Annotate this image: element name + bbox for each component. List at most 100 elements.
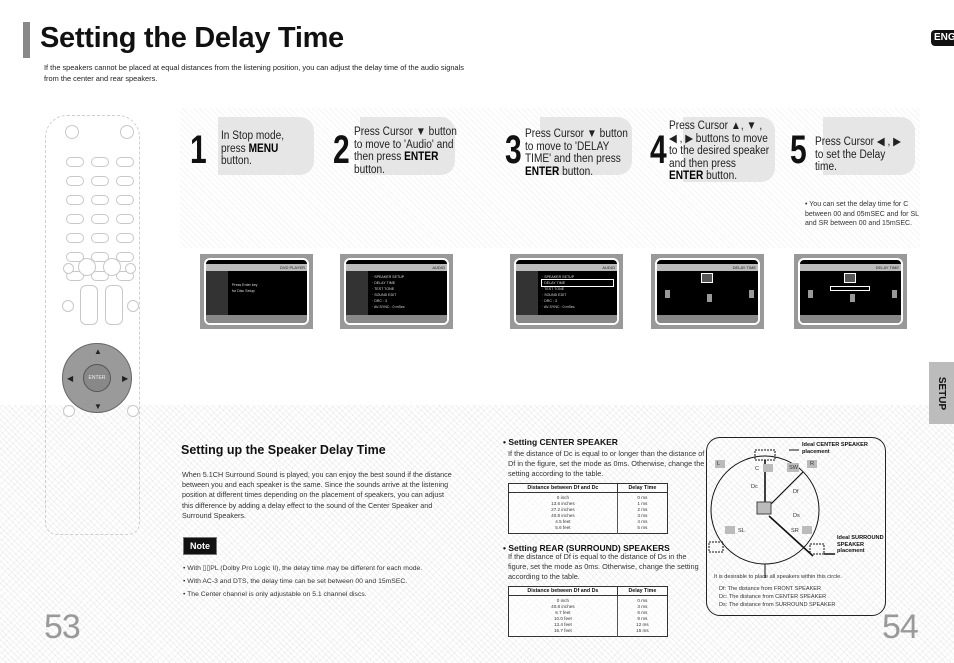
ideal-center-label: Ideal CENTER SPEAKER placement (802, 442, 868, 455)
table-header-row: Distance between Df and Ds Delay Time (508, 586, 668, 596)
page-number-left: 53 (44, 608, 81, 646)
label-df: Df (793, 489, 799, 495)
legend-dc: Dc: The distance from CENTER SPEAKER (719, 594, 827, 600)
speaker-sr (802, 526, 812, 534)
table-row: 0 inch 0 ms (508, 595, 668, 604)
screen-header: DVD PLAYER (206, 264, 307, 271)
step-1-text: In Stop mode, press MENU button. (221, 130, 285, 167)
screen-footer (206, 315, 307, 323)
table-row: 5.6 feet 5 ms (508, 525, 668, 534)
screen-display: AUDIO · SPEAKER SETUP · DELAY TIME · TEST T… (514, 258, 619, 325)
speaker-sl (725, 526, 735, 534)
remote-volume-rocker (80, 285, 98, 325)
ideal-center-box (754, 449, 776, 461)
speaker-icon (850, 294, 855, 302)
table-cell: 0 inch (508, 595, 618, 604)
center-delay-table: Distance between Df and Dc Delay Time 0 in… (508, 483, 668, 534)
label-r: R (810, 461, 815, 467)
table-cell: 15 ms (636, 628, 649, 633)
page-title: Setting the Delay Time (40, 22, 344, 54)
speaker-icon (665, 290, 670, 298)
remote-dvd-button (65, 125, 79, 139)
center-speaker-title: • Setting CENTER SPEAKER (503, 437, 618, 447)
step-4-number: 4 (650, 128, 667, 172)
menu-screen-3: AUDIO · SPEAKER SETUP · DELAY TIME · TEST T… (510, 254, 623, 329)
rear-speaker-body: If the distance of Df is equal to the di… (508, 552, 699, 581)
screen-footer (800, 315, 901, 323)
screen-menu-item: for Disc Setup (232, 289, 255, 293)
step-1-number: 1 (190, 128, 207, 172)
table-header: Delay Time (617, 586, 668, 596)
table-cell: 5 ms (637, 525, 648, 530)
step-3-text: Press Cursor ▼ button to move to 'DELAY TI… (525, 128, 628, 178)
subwoofer-icon (844, 273, 856, 283)
remote-prev-button (63, 263, 74, 274)
remote-key (116, 214, 134, 224)
menu-screen-1: DVD PLAYER Press Enter key for Disc Setup (200, 254, 313, 329)
remote-open-close-button (120, 125, 134, 139)
table-row: 16.7 feet 15 ms (508, 628, 668, 637)
speaker-icon (707, 294, 712, 302)
remote-side-button (62, 300, 74, 312)
listener-icon (756, 501, 772, 515)
speaker-icon (892, 290, 897, 298)
screen-menu-list: Press Enter key for Disc Setup (206, 282, 303, 294)
step5-note-text: You can set the delay time for C between… (805, 201, 919, 227)
menu-screen-4: DELAY TIME (651, 254, 764, 329)
remote-key (116, 195, 134, 205)
screen-header: DELAY TIME (800, 264, 901, 271)
rear-delay-table: Distance between Df and Ds Delay Time 0 in… (508, 586, 668, 637)
remote-side-button (127, 300, 139, 312)
remote-dpad: ▲ ▼ ◀ ▶ ENTER (62, 343, 132, 413)
menu-screen-5: DELAY TIME (794, 254, 907, 329)
table-header-row: Distance between Df and Dc Delay Time (508, 483, 668, 493)
delay-slider (830, 286, 870, 291)
remote-key (66, 176, 84, 186)
enter-button: ENTER (83, 364, 111, 392)
screen-display: DELAY TIME (655, 258, 760, 325)
screen-footer (346, 315, 447, 323)
screen-header: DELAY TIME (657, 264, 758, 271)
step-5-number: 5 (790, 128, 807, 172)
remote-stop-button (78, 258, 96, 276)
note-item: With AC-3 and DTS, the delay time can be… (183, 575, 463, 588)
page-number-right: 54 (882, 608, 919, 646)
step-3-number: 3 (505, 128, 522, 172)
speaker-c (763, 464, 773, 472)
remote-return-button (63, 405, 75, 417)
remote-key (66, 157, 84, 167)
screen-display: DELAY TIME (798, 258, 903, 325)
remote-key (91, 233, 109, 243)
screen-display: AUDIO · SPEAKER SETUP · DELAY TIME · TEST T… (344, 258, 449, 325)
remote-key (116, 157, 134, 167)
legend-ds: Ds: The distance from SURROUND SPEAKER (719, 602, 836, 608)
step-2-text: Press Cursor ▼ button to move to 'Audio' … (354, 126, 457, 176)
ideal-surround-label: Ideal SURROUND SPEAKER placement (837, 535, 884, 554)
table-header: Distance between Df and Ds (508, 586, 618, 596)
label-dc: Dc (751, 484, 758, 490)
step-5-text: Press Cursor ◀ , ▶ to set the Delay time. (815, 136, 901, 173)
remote-play-button (103, 258, 121, 276)
label-c: C (755, 466, 760, 472)
speaker-placement-diagram: Ideal CENTER SPEAKER placement Ideal SUR… (706, 437, 886, 616)
step-2-number: 2 (333, 128, 350, 172)
speaker-icon (808, 290, 813, 298)
menu-screen-2: AUDIO · SPEAKER SETUP · DELAY TIME · TEST T… (340, 254, 453, 329)
screen-header: AUDIO (346, 264, 447, 271)
table-cell: 0 inch (508, 492, 618, 501)
ideal-sl-box (708, 541, 724, 553)
speaker-delay-body: When 5.1CH Surround Sound is played, you… (182, 470, 452, 520)
ds-line (768, 515, 814, 557)
table-cell: 0 ms (637, 495, 648, 500)
remote-key (91, 176, 109, 186)
remote-next-button (125, 263, 136, 274)
speaker-icon (749, 290, 754, 298)
subwoofer-icon (701, 273, 713, 283)
right-arrow-icon: ▶ (122, 374, 129, 383)
table-header: Distance between Df and Dc (508, 483, 618, 493)
center-speaker-body: If the distance of Dc is equal to or lon… (508, 449, 705, 478)
remote-key (91, 214, 109, 224)
screen-menu-list: · SPEAKER SETUP · DELAY TIME · TEST TONE · … (346, 274, 443, 310)
remote-key (66, 214, 84, 224)
intro-text: If the speakers cannot be placed at equa… (44, 63, 464, 83)
